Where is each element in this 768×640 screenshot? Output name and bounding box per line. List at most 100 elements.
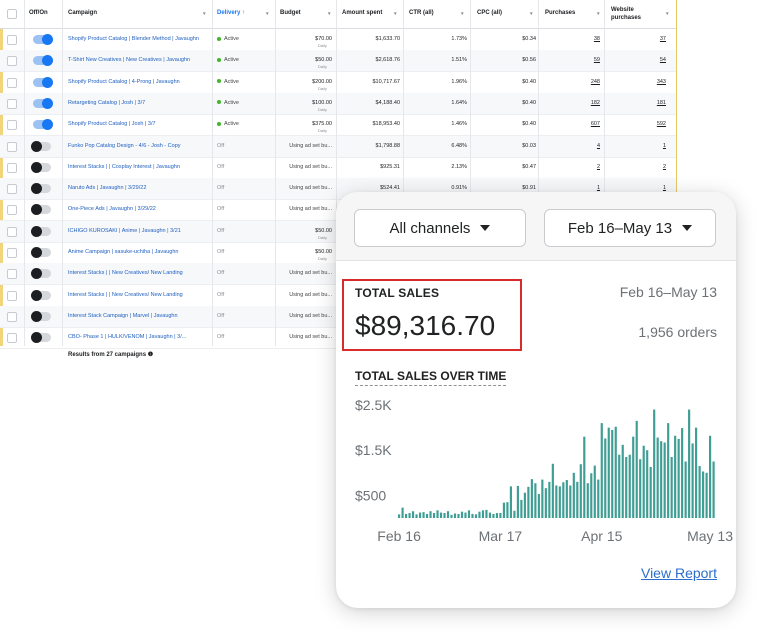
sales-bar — [439, 512, 443, 518]
purchases-value[interactable]: 607 — [540, 121, 600, 127]
row-checkbox[interactable] — [7, 98, 17, 109]
chevron-down-icon[interactable]: ▾ — [597, 11, 600, 17]
chevron-down-icon[interactable]: ▾ — [203, 11, 206, 17]
table-row[interactable]: Shopify Product Catalog | Josh | 3/7 Acti… — [0, 114, 676, 137]
row-checkbox[interactable] — [7, 56, 17, 67]
purchases-value[interactable]: 59 — [540, 57, 600, 63]
table-row[interactable]: Shopify Product Catalog | 4-Prong | Java… — [0, 72, 676, 94]
col-header-onoff[interactable]: Off/On — [29, 10, 48, 16]
campaign-toggle[interactable] — [33, 34, 53, 45]
website-purchases-value[interactable]: 1 — [606, 185, 666, 191]
chevron-down-icon[interactable]: ▾ — [394, 11, 397, 17]
row-checkbox[interactable] — [7, 141, 17, 152]
sales-bar — [705, 472, 708, 518]
website-purchases-value[interactable]: 592 — [606, 121, 666, 127]
col-header-website-purchases[interactable]: Website purchases — [611, 6, 657, 22]
website-purchases-value[interactable]: 181 — [606, 100, 666, 106]
view-report-link[interactable]: View Report — [641, 565, 717, 581]
column-divider — [62, 0, 63, 346]
chevron-down-icon[interactable]: ▾ — [530, 11, 533, 17]
col-header-campaign[interactable]: Campaign — [68, 10, 97, 16]
row-checkbox[interactable] — [7, 226, 17, 237]
campaign-name-link[interactable]: Interest Stacks | | New Creatives/ New L… — [68, 270, 208, 276]
table-row[interactable]: Interest Stacks | | Cosplay Interest | J… — [0, 157, 676, 179]
campaign-toggle[interactable] — [31, 332, 51, 344]
row-checkbox[interactable] — [7, 205, 17, 216]
column-divider — [275, 0, 276, 346]
table-row[interactable]: T-Shirt New Creatives | New Creatives | … — [0, 50, 676, 73]
toggle-knob — [31, 268, 42, 280]
campaign-toggle[interactable] — [31, 161, 51, 173]
col-header-delivery[interactable]: Delivery ↑ — [217, 10, 245, 16]
campaign-name-link[interactable]: Shopify Product Catalog | Josh | 3/7 — [68, 121, 208, 127]
campaign-toggle[interactable] — [31, 225, 51, 237]
delivery-status: Off — [217, 249, 275, 255]
row-checkbox[interactable] — [7, 120, 17, 131]
website-purchases-value[interactable]: 343 — [606, 79, 666, 85]
campaign-name-link[interactable]: ICHIGO KUROSAKI | Anime | Javaughn | 3/2… — [68, 228, 208, 234]
campaign-name-link[interactable]: Funko Pop Catalog Design - 4/6 - Josh - … — [68, 143, 208, 149]
row-checkbox[interactable] — [7, 290, 17, 301]
campaign-toggle[interactable] — [33, 97, 53, 109]
campaign-name-link[interactable]: Shopify Product Catalog | 4-Prong | Java… — [68, 79, 208, 85]
purchases-value[interactable]: 1 — [540, 185, 600, 191]
row-checkbox[interactable] — [7, 311, 17, 322]
campaign-toggle[interactable] — [33, 76, 53, 88]
campaign-toggle[interactable] — [31, 204, 51, 216]
select-all-checkbox[interactable] — [7, 9, 17, 19]
row-checkbox[interactable] — [7, 35, 17, 45]
chevron-down-icon[interactable]: ▾ — [666, 11, 669, 17]
campaign-toggle[interactable] — [31, 289, 51, 301]
orders-count: 1,956 orders — [638, 324, 717, 340]
col-header-amount-spent[interactable]: Amount spent — [342, 10, 382, 16]
col-header-ctr[interactable]: CTR (all) — [409, 10, 434, 16]
col-header-purchases[interactable]: Purchases — [545, 10, 575, 16]
campaign-toggle[interactable] — [33, 55, 53, 67]
campaign-toggle[interactable] — [31, 247, 51, 258]
campaign-toggle[interactable] — [31, 183, 51, 195]
table-row[interactable]: Shopify Product Catalog | Blender Method… — [0, 29, 676, 51]
delivery-status-text: Off — [217, 206, 225, 213]
date-range-select[interactable]: Feb 16–May 13 — [544, 209, 716, 247]
purchases-value[interactable]: 4 — [540, 143, 600, 149]
col-header-cpc[interactable]: CPC (all) — [477, 10, 502, 16]
campaign-name-link[interactable]: CBO- Phase 1 | HULK/VENOM | Javaughn | 3… — [68, 334, 208, 340]
chevron-down-icon[interactable]: ▾ — [461, 11, 464, 17]
campaign-toggle[interactable] — [31, 140, 51, 152]
channel-select[interactable]: All channels — [354, 209, 526, 247]
row-checkbox[interactable] — [7, 269, 17, 280]
campaign-name-link[interactable]: One-Piece Ads | Javaughn | 3/29/22 — [68, 206, 208, 212]
row-checkbox[interactable] — [7, 248, 17, 258]
purchases-value[interactable]: 182 — [540, 100, 600, 106]
table-row[interactable]: Retargeting Catalog | Josh | 3/7 Active $1… — [0, 92, 676, 115]
campaign-toggle[interactable] — [31, 310, 51, 322]
campaign-name-link[interactable]: Anime Campaign | sasuke-uchiha | Javaugh… — [68, 249, 208, 255]
website-purchases-value[interactable]: 2 — [606, 164, 666, 170]
website-purchases-value[interactable]: 54 — [606, 57, 666, 63]
campaign-name-link[interactable]: Retargeting Catalog | Josh | 3/7 — [68, 100, 208, 106]
campaign-name-link[interactable]: Interest Stack Campaign | Marvel | Javau… — [68, 313, 208, 319]
campaign-name-link[interactable]: Interest Stacks | | New Creatives/ New L… — [68, 292, 208, 298]
table-row[interactable]: Funko Pop Catalog Design - 4/6 - Josh - … — [0, 135, 676, 158]
campaign-name-link[interactable]: Shopify Product Catalog | Blender Method… — [68, 36, 208, 42]
website-purchases-value[interactable]: 1 — [606, 143, 666, 149]
campaign-name-link[interactable]: Naruto Ads | Javaughn | 3/29/22 — [68, 185, 208, 191]
sales-bar — [646, 450, 649, 518]
delivery-status: Off — [217, 313, 275, 319]
website-purchases-value[interactable]: 37 — [606, 36, 666, 42]
chevron-down-icon[interactable]: ▾ — [328, 11, 331, 17]
campaign-toggle[interactable] — [33, 119, 53, 131]
col-header-budget[interactable]: Budget — [280, 10, 301, 16]
purchases-value[interactable]: 2 — [540, 164, 600, 170]
purchases-value[interactable]: 38 — [540, 36, 600, 42]
purchases-value[interactable]: 248 — [540, 79, 600, 85]
campaign-toggle[interactable] — [31, 268, 51, 280]
row-checkbox[interactable] — [7, 333, 17, 344]
campaign-name-link[interactable]: Interest Stacks | | Cosplay Interest | J… — [68, 164, 208, 170]
row-checkbox[interactable] — [7, 162, 17, 173]
chevron-down-icon[interactable]: ▾ — [266, 11, 269, 17]
sales-card: All channels Feb 16–May 13 TOTAL SALES F… — [336, 192, 736, 608]
row-checkbox[interactable] — [7, 184, 17, 195]
campaign-name-link[interactable]: T-Shirt New Creatives | New Creatives | … — [68, 57, 208, 63]
row-checkbox[interactable] — [7, 77, 17, 88]
